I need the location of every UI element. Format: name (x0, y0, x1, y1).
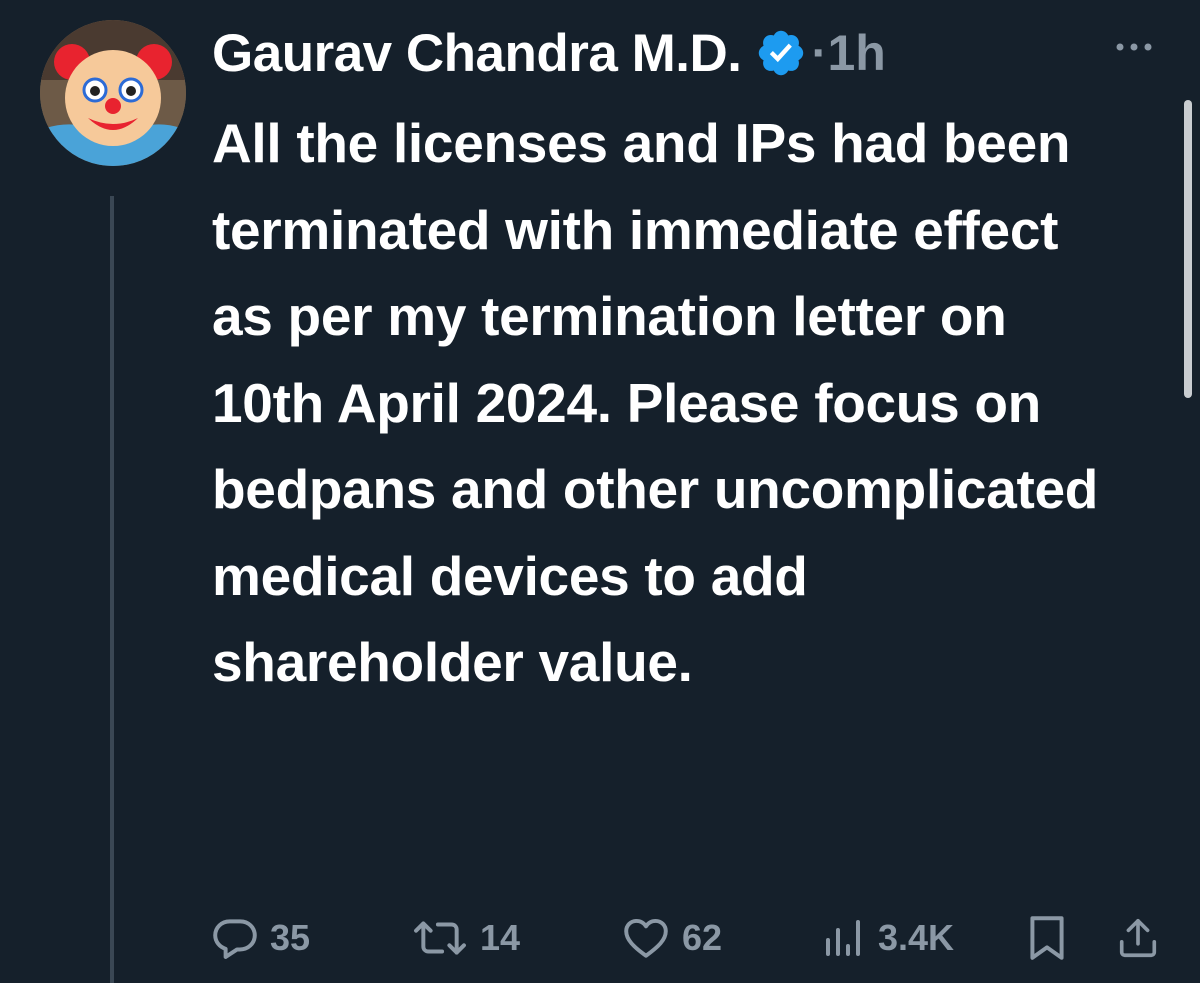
views-count: 3.4K (878, 917, 955, 958)
views-button[interactable]: 3.4K (820, 910, 954, 966)
retweet-button[interactable]: 14 (410, 910, 520, 966)
retweet-count: 14 (480, 917, 521, 958)
separator-dot: · (811, 26, 828, 80)
like-count: 62 (682, 917, 723, 958)
views-icon (826, 920, 860, 956)
heart-icon (624, 918, 668, 958)
retweet-icon (414, 921, 466, 955)
scrollbar[interactable] (1184, 100, 1192, 398)
author-name[interactable]: Gaurav Chandra M.D. (212, 23, 742, 84)
reply-icon (213, 919, 257, 959)
action-bar: 35 14 62 3.4K (210, 910, 1170, 966)
clown-face-icon (40, 20, 186, 166)
share-button[interactable] (1115, 910, 1161, 966)
bookmark-icon (1030, 916, 1064, 960)
more-options-button[interactable] (1112, 32, 1156, 62)
bookmark-button[interactable] (1025, 910, 1069, 966)
share-icon (1119, 918, 1157, 958)
avatar[interactable] (40, 20, 186, 166)
tweet: Gaurav Chandra M.D. · 1h All the license… (0, 0, 1200, 983)
timestamp[interactable]: 1h (827, 24, 885, 82)
tweet-text: All the licenses and IPs had been termin… (212, 112, 1099, 693)
like-button[interactable]: 62 (620, 910, 722, 966)
verified-badge-icon[interactable] (755, 27, 807, 79)
more-options-icon (1116, 43, 1152, 51)
tweet-header: Gaurav Chandra M.D. · 1h (212, 18, 886, 88)
reply-count: 35 (270, 917, 311, 958)
thread-line (110, 196, 114, 983)
reply-button[interactable]: 35 (210, 910, 310, 966)
